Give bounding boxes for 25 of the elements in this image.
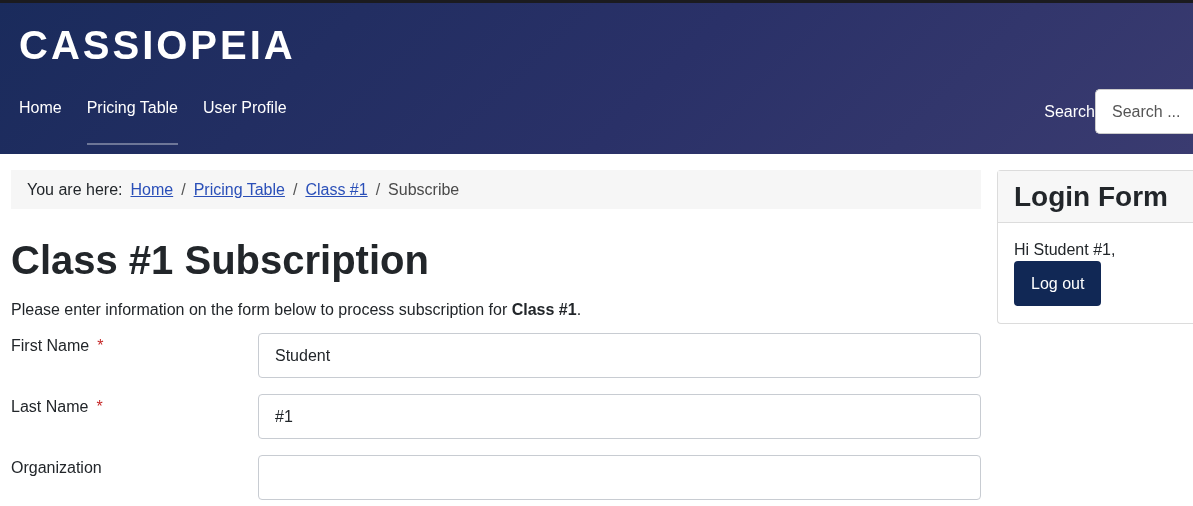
breadcrumb-link[interactable]: Class #1	[305, 180, 368, 199]
breadcrumb-separator: /	[375, 180, 381, 199]
breadcrumb-link[interactable]: Home	[130, 180, 174, 199]
field-label: Last Name *	[11, 397, 104, 417]
breadcrumb-separator: /	[181, 180, 186, 199]
search-field[interactable]: Search ...	[1095, 89, 1193, 134]
breadcrumb-current: Subscribe	[388, 180, 460, 199]
nav-link[interactable]: Pricing Table	[86, 97, 178, 145]
input-field[interactable]: Student	[258, 333, 981, 378]
breadcrumb-separator: /	[292, 180, 298, 199]
site-logo[interactable]: CASSIOPEIA	[19, 23, 1193, 67]
card-title: Login Form	[998, 171, 1193, 223]
field-label: First Name *	[11, 336, 105, 356]
logout-button[interactable]: Log out	[1014, 261, 1102, 306]
field-label: Organization	[11, 458, 103, 478]
search-label: Search	[1044, 102, 1095, 121]
breadcrumb-prefix: You are here:	[27, 180, 123, 199]
breadcrumb-link[interactable]: Pricing Table	[193, 180, 285, 199]
input-field[interactable]	[258, 455, 981, 500]
page-title: Class #1 Subscription	[11, 237, 430, 283]
intro-text: Please enter information on the form below to process subscription for Class #1.	[11, 301, 583, 319]
nav-link[interactable]: Home	[19, 97, 62, 145]
input-field[interactable]: #1	[258, 394, 981, 439]
nav-link[interactable]: User Profile	[203, 97, 287, 145]
greeting-text: Hi Student #1,	[1014, 241, 1116, 259]
